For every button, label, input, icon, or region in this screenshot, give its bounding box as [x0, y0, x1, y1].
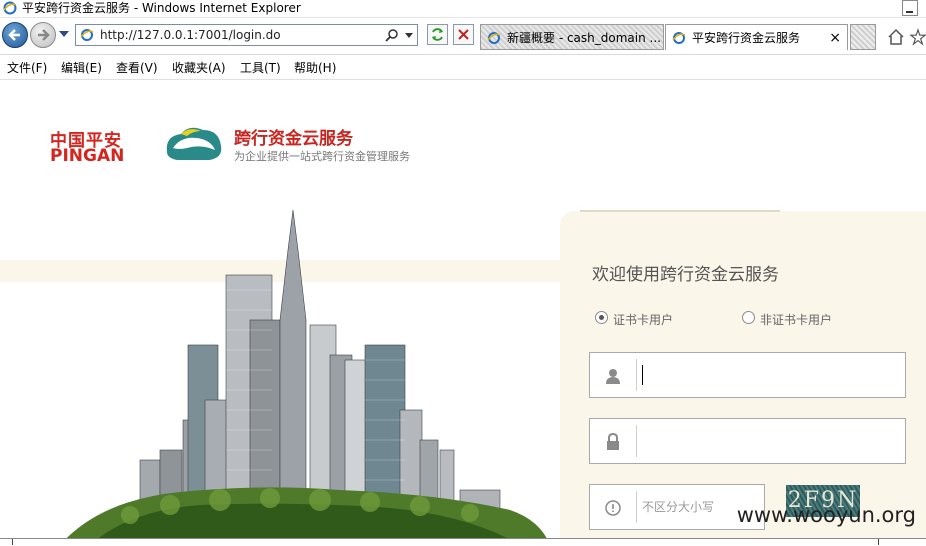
menu-bar: 文件(F) 编辑(E) 查看(V) 收藏夹(A) 工具(T) 帮助(H): [0, 55, 926, 80]
cloud-logo-icon: [166, 127, 222, 160]
username-field[interactable]: [589, 352, 906, 398]
address-dropdown[interactable]: [405, 33, 413, 38]
radio-cert-user[interactable]: [595, 311, 608, 324]
arrow-right-icon: [38, 29, 50, 41]
menu-tools[interactable]: 工具(T): [240, 59, 281, 76]
pingan-logo: 中国平安 PINGAN: [50, 126, 140, 166]
tab-label: 新疆概要 - cash_domain ...: [507, 31, 661, 45]
new-tab-button[interactable]: [850, 24, 876, 50]
ie-page-icon: [672, 32, 686, 44]
refresh-button[interactable]: [427, 24, 448, 45]
welcome-heading: 欢迎使用跨行资金云服务: [592, 265, 779, 285]
address-bar[interactable]: http://127.0.0.1:7001/login.do: [75, 24, 418, 46]
arrow-left-icon: [8, 29, 20, 41]
history-dropdown[interactable]: [59, 31, 69, 37]
tab-label: 平安跨行资金云服务: [692, 31, 801, 45]
username-input[interactable]: [642, 361, 892, 389]
lock-icon: [607, 432, 619, 450]
radio-noncert-user-label[interactable]: 非证书卡用户: [760, 311, 832, 328]
panel-top-line: [580, 210, 780, 212]
menu-file[interactable]: 文件(F): [7, 59, 47, 76]
user-icon: [606, 369, 620, 384]
window-title: 平安跨行资金云服务 - Windows Internet Explorer: [22, 1, 301, 15]
page-content: 中国平安 PINGAN 跨行资金云服务 为企业提供一站式跨行资金管理服务 欢迎使…: [0, 80, 926, 545]
ie-page-icon: [487, 32, 501, 44]
ie-page-icon: [80, 29, 94, 41]
menu-edit[interactable]: 编辑(E): [61, 59, 102, 76]
service-title: 跨行资金云服务: [234, 129, 353, 149]
field-divider: [636, 359, 637, 391]
stop-icon: [458, 29, 469, 40]
window-titlebar: 平安跨行资金云服务 - Windows Internet Explorer: [0, 0, 926, 18]
service-slogan: 为企业提供一站式跨行资金管理服务: [234, 150, 410, 163]
info-circle-icon: [605, 500, 621, 516]
tab-cash-domain[interactable]: 新疆概要 - cash_domain ...: [480, 24, 664, 50]
forward-button[interactable]: [30, 22, 56, 48]
search-icon[interactable]: [385, 28, 399, 42]
radio-cert-user-label[interactable]: 证书卡用户: [613, 311, 673, 328]
field-divider: [636, 425, 637, 457]
ie-logo-icon: [3, 1, 17, 15]
watermark-text: www.wooyun.org: [736, 503, 916, 527]
tab-pingan-service[interactable]: 平安跨行资金云服务 ×: [665, 24, 848, 50]
url-text[interactable]: http://127.0.0.1:7001/login.do: [100, 28, 281, 42]
field-divider: [636, 491, 637, 523]
menu-favorites[interactable]: 收藏夹(A): [172, 59, 226, 76]
password-field[interactable]: [589, 418, 906, 464]
tab-close-button[interactable]: ×: [829, 25, 841, 50]
menu-help[interactable]: 帮助(H): [294, 59, 336, 76]
scroll-tick-left: [12, 539, 13, 545]
refresh-icon: [432, 28, 443, 41]
minimize-button[interactable]: [902, 0, 918, 16]
password-input[interactable]: [642, 427, 892, 455]
city-skyline-illustration: [60, 210, 550, 545]
stop-button[interactable]: [453, 24, 474, 45]
menu-view[interactable]: 查看(V): [116, 59, 158, 76]
radio-noncert-user[interactable]: [742, 311, 755, 324]
scroll-tick-right: [878, 539, 879, 545]
brand-en: PINGAN: [50, 146, 125, 166]
favorites-star-icon[interactable]: [910, 28, 926, 46]
home-icon[interactable]: [887, 28, 905, 46]
back-button[interactable]: [2, 22, 28, 48]
